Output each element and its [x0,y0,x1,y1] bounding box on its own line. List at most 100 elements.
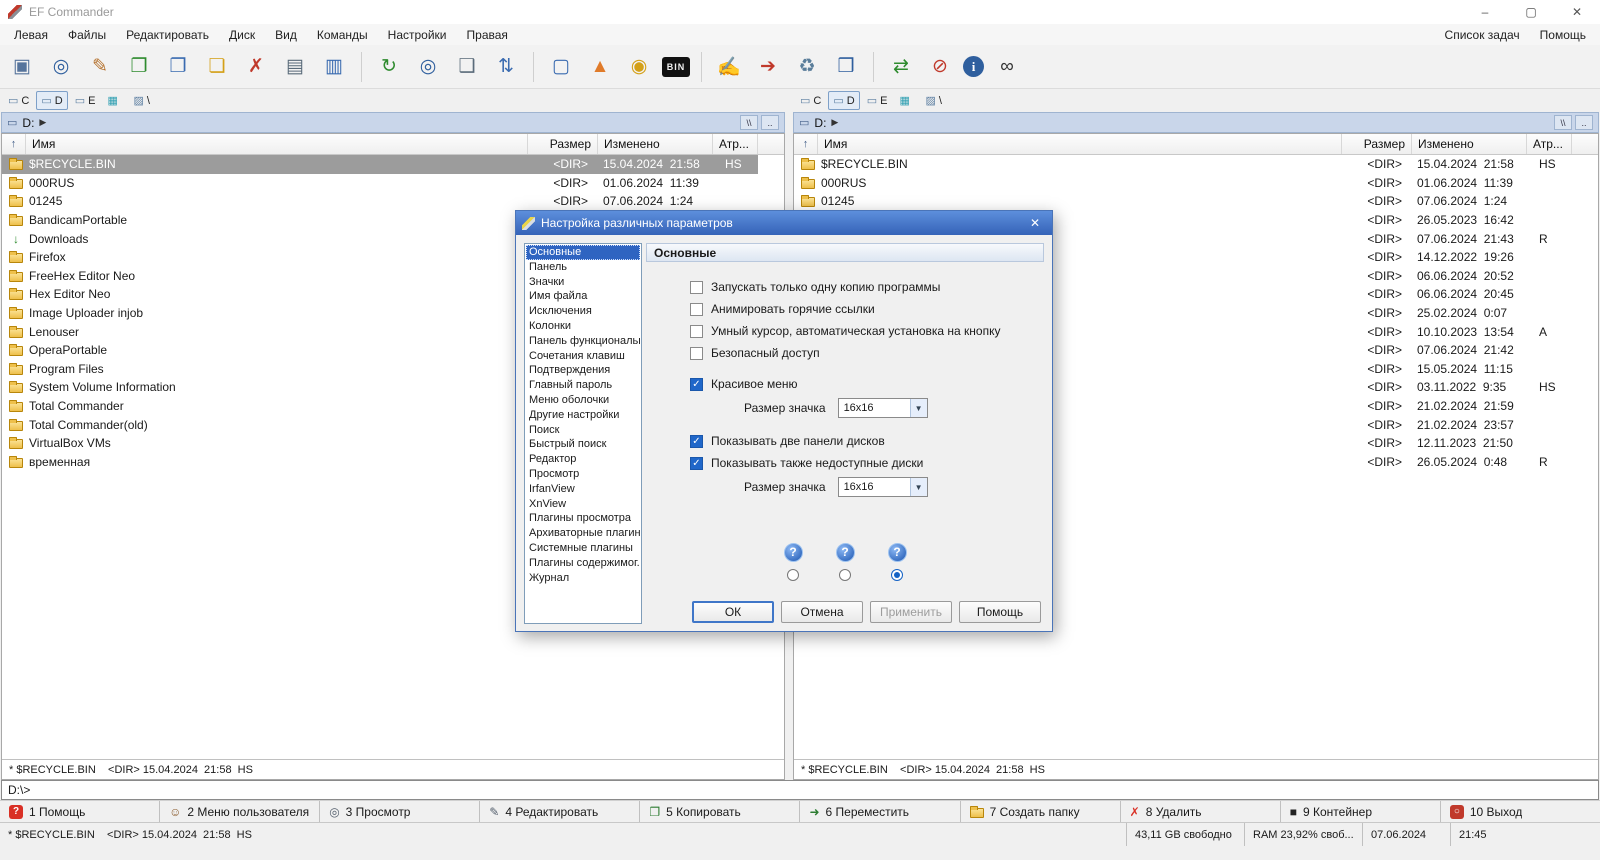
column-header-size[interactable]: Размер [528,134,598,154]
menu-item-помощь[interactable]: Помощь [1530,26,1596,44]
column-header-name[interactable]: Имя [818,134,1342,154]
help-icon[interactable]: ? [884,540,910,564]
left-pathbar[interactable]: ▭ D: ▶ \\.. [1,112,785,133]
settings-category[interactable]: Другие настройки [526,408,640,423]
fkey-1[interactable]: ? 1 Помощь [0,801,159,822]
remote-screen-icon[interactable]: ❒ [830,52,862,82]
menu-item-левая[interactable]: Левая [4,26,58,44]
dialog-button-помощь[interactable]: Помощь [959,601,1041,623]
hex-view-icon[interactable]: BIN [662,56,690,77]
checklist-edit-icon[interactable]: ✍ [713,52,745,82]
fkey-8[interactable]: ✗ 8 Удалить [1119,801,1280,822]
settings-category[interactable]: Просмотр [526,467,640,482]
settings-category[interactable]: Редактор [526,452,640,467]
right-drive-button-\[interactable]: ▨ \ [920,91,946,110]
settings-category[interactable]: Подтверждения [526,363,640,378]
fkey-5[interactable]: ❐ 5 Копировать [639,801,799,822]
icon-size-combo[interactable]: 16x16 ▼ [837,477,928,497]
dialog-button-применить[interactable]: Применить [870,601,952,623]
refresh-icon[interactable]: ↻ [373,52,405,82]
split-view-icon[interactable]: ❑ [451,52,483,82]
fkey-3[interactable]: ◎ 3 Просмотр [319,801,479,822]
up-dir-button[interactable]: ↑ [2,134,26,154]
settings-category[interactable]: Поиск [526,423,640,438]
compare-files-icon[interactable]: ❐ [162,52,194,82]
column-header-name[interactable]: Имя [26,134,528,154]
icon-style-radio[interactable] [787,569,799,581]
recycle-bin-icon[interactable]: ♻ [791,52,823,82]
settings-category[interactable]: Сочетания клавиш [526,349,640,364]
menu-item-вид[interactable]: Вид [265,26,307,44]
find-duplicates-icon[interactable]: ∞ [991,52,1023,82]
close-button[interactable]: ✕ [1554,0,1600,24]
settings-category[interactable]: IrfanView [526,482,640,497]
swap-panels-icon[interactable]: ⇄ [885,52,917,82]
checkbox[interactable]: ✓ [690,377,703,391]
checkbox[interactable] [690,324,703,338]
quick-view-icon[interactable]: ▢ [545,52,577,82]
file-row[interactable]: $RECYCLE.BIN <DIR> 15.04.2024 21:58 HS [2,155,784,174]
right-drive-button-C[interactable]: ▭ C [795,91,826,110]
settings-category[interactable]: Меню оболочки [526,393,640,408]
left-drive-button-C[interactable]: ▭ C [3,91,34,110]
column-header-attr[interactable]: Атр... [713,134,758,154]
left-path-button-root[interactable]: \\ [740,115,758,130]
menu-item-диск[interactable]: Диск [219,26,265,44]
settings-category[interactable]: Быстрый поиск [526,437,640,452]
settings-category[interactable]: Плагины просмотра [526,511,640,526]
right-pathbar[interactable]: ▭ D: ▶ \\.. [793,112,1599,133]
delete-file-icon[interactable]: ✗ [240,52,272,82]
menu-item-файлы[interactable]: Файлы [58,26,116,44]
search-icon[interactable]: ◎ [45,52,77,82]
dialog-button-отмена[interactable]: Отмена [781,601,863,623]
help-icon[interactable]: ? [832,540,858,564]
maximize-button[interactable]: ▢ [1508,0,1554,24]
file-row[interactable]: 01245 <DIR> 07.06.2024 1:24 [2,192,784,211]
column-header-date[interactable]: Изменено [598,134,713,154]
fkey-6[interactable]: ➜ 6 Переместить [799,801,959,822]
settings-category[interactable]: Главный пароль [526,378,640,393]
info-icon[interactable]: i [963,56,984,77]
left-drive-button-special[interactable]: ▦ [102,91,126,110]
left-drive-button-E[interactable]: ▭ E [70,91,101,110]
search-new-icon[interactable]: ◉ [623,52,655,82]
left-path-button-up[interactable]: .. [761,115,779,130]
menu-item-правая[interactable]: Правая [457,26,518,44]
sync-dirs-icon[interactable]: ⇅ [490,52,522,82]
right-drive-button-special[interactable]: ▦ [894,91,918,110]
icon-style-radio[interactable] [891,569,903,581]
menu-item-настройки[interactable]: Настройки [378,26,457,44]
dialog-titlebar[interactable]: Настройка различных параметров ✕ [516,211,1052,235]
fkey-9[interactable]: ■ 9 Контейнер [1279,801,1440,822]
settings-category-list[interactable]: Основные Панель Значки Имя файла Исключения К… [524,243,642,624]
dialog-close-button[interactable]: ✕ [1024,214,1046,232]
right-path-button-root[interactable]: \\ [1554,115,1572,130]
file-row[interactable]: 01245 <DIR> 07.06.2024 1:24 [794,192,1598,211]
settings-category[interactable]: Исключения [526,304,640,319]
icon-size-combo[interactable]: 16x16 ▼ [837,398,928,418]
menu-item-список задач[interactable]: Список задач [1435,26,1530,44]
checkbox[interactable]: ✓ [690,456,703,470]
settings-category[interactable]: Панель [526,260,640,275]
right-path-button-up[interactable]: .. [1575,115,1593,130]
settings-category[interactable]: XnView [526,497,640,512]
print-icon[interactable]: ▤ [279,52,311,82]
fkey-2[interactable]: ☺ 2 Меню пользователя [159,801,319,822]
menu-item-команды[interactable]: Команды [307,26,378,44]
menu-item-редактировать[interactable]: Редактировать [116,26,219,44]
column-header-size[interactable]: Размер [1342,134,1412,154]
disconnect-icon[interactable]: ⊘ [924,52,956,82]
help-icon[interactable]: ? [780,540,806,564]
properties-icon[interactable]: ▥ [318,52,350,82]
settings-category[interactable]: Плагины содержимог... [526,556,640,571]
up-dir-button[interactable]: ↑ [794,134,818,154]
file-row[interactable]: 000RUS <DIR> 01.06.2024 11:39 [794,174,1598,193]
checkbox[interactable] [690,280,703,294]
right-drive-button-D[interactable]: ▭ D [828,91,860,110]
settings-category[interactable]: Панель функциональны... [526,334,640,349]
icon-style-radio[interactable] [839,569,851,581]
left-drive-button-D[interactable]: ▭ D [36,91,68,110]
settings-category[interactable]: Основные [526,245,640,260]
screen-export-icon[interactable]: ➔ [752,52,784,82]
fkey-7[interactable]: 7 Создать папку [959,801,1120,822]
